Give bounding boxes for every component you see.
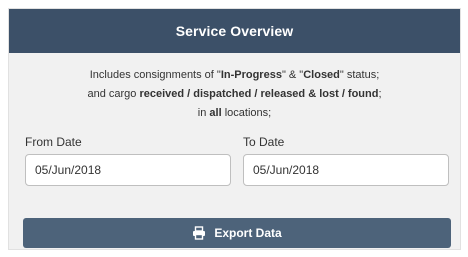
description-text: " & " <box>281 69 304 81</box>
description-text: ; <box>378 88 382 100</box>
status-closed: Closed <box>303 69 340 81</box>
from-date-input[interactable] <box>25 154 231 186</box>
cargo-states: received / dispatched / released & lost … <box>139 88 379 100</box>
description-line-2: and cargo received / dispatched / releas… <box>9 85 460 104</box>
service-overview-panel: Service Overview Includes consignments o… <box>8 8 461 250</box>
export-data-button[interactable]: Export Data <box>23 218 451 248</box>
panel-header: Service Overview <box>9 9 460 53</box>
description-text: Includes consignments of " <box>89 69 221 81</box>
from-date-group: From Date <box>25 135 231 186</box>
to-date-label: To Date <box>243 135 285 149</box>
to-date-group: To Date <box>243 135 449 186</box>
printer-icon <box>192 226 206 240</box>
locations-scope: all <box>209 107 222 119</box>
description-text: " status; <box>339 69 380 81</box>
description-text: and cargo <box>87 88 140 100</box>
export-data-label: Export Data <box>214 226 282 240</box>
to-date-input[interactable] <box>243 154 449 186</box>
from-date-label: From Date <box>25 135 82 149</box>
description-text: locations; <box>221 107 272 119</box>
description-line-3: in all locations; <box>9 104 460 123</box>
status-in-progress: In-Progress <box>220 69 282 81</box>
description-text: in <box>197 107 210 119</box>
panel-title: Service Overview <box>175 23 294 39</box>
description: Includes consignments of "In-Progress" &… <box>9 66 460 123</box>
description-line-1: Includes consignments of "In-Progress" &… <box>9 66 460 85</box>
date-range: From Date To Date <box>25 135 449 186</box>
